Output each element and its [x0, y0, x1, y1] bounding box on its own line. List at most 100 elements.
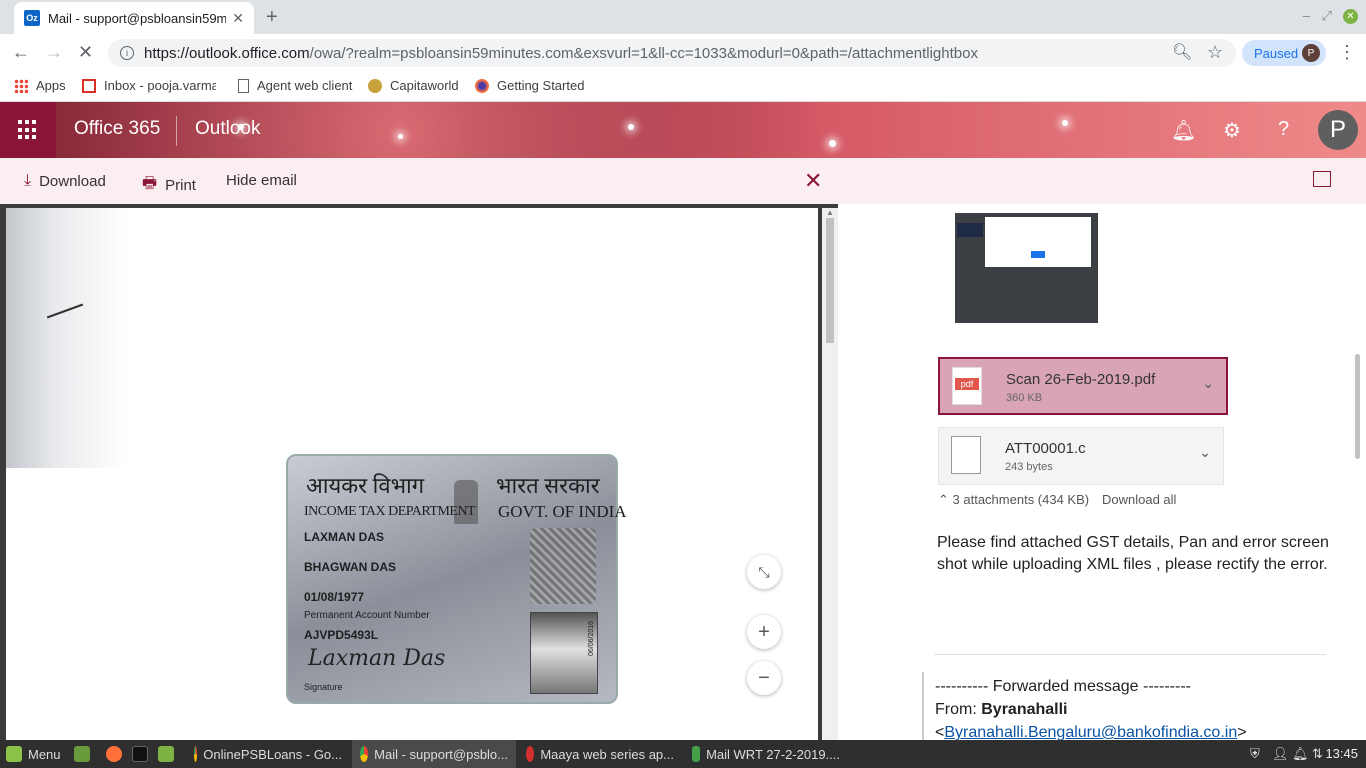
tab-close-icon[interactable]: ✕ [232, 10, 244, 27]
user-avatar[interactable]: P [1318, 110, 1358, 150]
separator [934, 654, 1326, 655]
zoom-icon[interactable]: 🔍︎ [1172, 42, 1192, 62]
fit-to-page-icon[interactable]: ⤡ [747, 555, 781, 589]
mint-logo-icon [6, 746, 22, 762]
pan-dept: INCOME TAX DEPARTMENT [304, 504, 476, 519]
minimize-icon[interactable]: – [1303, 8, 1310, 23]
hide-email-label: Hide email [226, 172, 297, 189]
zoom-out-icon[interactable]: − [747, 661, 781, 695]
settings-gear-icon[interactable]: ⚙ [1223, 118, 1241, 143]
bookmark-agent-web-client[interactable]: Agent web client [238, 78, 352, 93]
header-star [628, 124, 634, 130]
attachment-summary-text: 3 attachments (434 KB) [952, 492, 1090, 507]
download-all-link[interactable]: Download all [1102, 492, 1176, 507]
browser-menu-icon[interactable]: ⋮ [1338, 42, 1356, 63]
os-taskbar: Menu OnlinePSBLoans - Go... Mail - suppo… [0, 740, 1366, 768]
forward-icon[interactable]: → [45, 42, 63, 63]
document-viewer: आयकर विभाग भारत सरकार INCOME TAX DEPARTM… [0, 204, 838, 740]
pan-signature: Laxman Das [308, 646, 446, 671]
pan-father-name: BHAGWAN DAS [304, 560, 396, 574]
clock: 13:45 [1325, 746, 1358, 761]
chevron-down-icon[interactable]: ⌄ [1199, 444, 1211, 461]
pan-label: Permanent Account Number [304, 610, 430, 621]
screenshot-thumbnail[interactable] [955, 213, 1098, 323]
firefox-launcher-icon[interactable] [106, 740, 128, 768]
menu-label: Menu [28, 746, 61, 762]
attachment-card-file[interactable]: ATT00001.c 243 bytes ⌄ [938, 427, 1224, 485]
popout-window-icon[interactable] [1313, 171, 1331, 187]
hologram-icon [530, 528, 596, 604]
taskbar-window-active[interactable]: Mail - support@psblo... [352, 740, 516, 768]
window-close-icon[interactable]: ✕ [1343, 9, 1358, 24]
network-icon[interactable]: ⇅ [1312, 740, 1323, 768]
help-icon[interactable]: ? [1278, 118, 1289, 141]
file-icon [951, 436, 981, 474]
pan-side-date: 06/06/2016 [588, 620, 595, 656]
taskbar-window[interactable]: Mail WRT 27-2-2019.... [684, 740, 848, 768]
taskbar-window-label: Mail WRT 27-2-2019.... [706, 746, 840, 762]
bookmark-inbox[interactable]: Inbox - pooja.varma [82, 78, 216, 93]
capitaworld-icon [368, 78, 382, 93]
browser-tab-strip: Oz Mail - support@psbloansin59m ✕ + – ⤢ … [0, 0, 1366, 34]
scroll-up-icon[interactable]: ▲ [826, 208, 834, 217]
attachment-size: 360 KB [1006, 392, 1043, 404]
maximize-icon[interactable]: ⤢ [1322, 8, 1332, 24]
profile-paused-button[interactable]: Paused P [1242, 40, 1326, 66]
collapse-icon: ⌃ [938, 492, 949, 507]
attachment-name: ATT00001.c [1005, 440, 1086, 457]
app-name[interactable]: Outlook [195, 118, 260, 140]
bookmark-getting-started[interactable]: Getting Started [475, 78, 584, 93]
bookmark-label: Inbox - pooja.varma [104, 78, 216, 93]
shield-icon[interactable]: ⛨ [1250, 740, 1260, 768]
viewer-scroll-thumb[interactable] [826, 218, 834, 343]
suite-name[interactable]: Office 365 [74, 118, 160, 140]
notification-icon[interactable]: 🔔︎ [1292, 740, 1309, 768]
email-body-text: Please find attached GST details, Pan an… [937, 534, 1329, 573]
start-menu-button[interactable]: Menu [6, 740, 61, 768]
firefox-icon [106, 746, 122, 762]
hide-email-button[interactable]: Hide email [226, 172, 297, 189]
back-icon[interactable]: ← [12, 42, 30, 63]
folder-icon [158, 746, 174, 762]
bookmark-label: Agent web client [257, 78, 353, 93]
close-viewer-icon[interactable]: ✕ [804, 168, 822, 194]
attachment-summary[interactable]: ⌃ 3 attachments (434 KB) [938, 492, 1089, 508]
stop-loading-icon[interactable]: ✕ [78, 42, 93, 63]
site-info-icon[interactable]: i [120, 46, 134, 60]
browser-tab[interactable]: Oz Mail - support@psbloansin59m ✕ [14, 2, 254, 34]
notification-bell-icon[interactable]: 🔔︎ [1171, 118, 1196, 143]
new-tab-icon[interactable]: + [266, 6, 278, 29]
bookmark-label: Getting Started [497, 78, 585, 93]
attachment-card-pdf[interactable]: pdf Scan 26-Feb-2019.pdf 360 KB ⌄ [938, 357, 1228, 415]
pdf-file-icon: pdf [952, 367, 982, 405]
chevron-down-icon[interactable]: ⌄ [1202, 375, 1214, 392]
taskbar-window[interactable]: Maaya web series ap... [518, 740, 682, 768]
taskbar-window[interactable]: OnlinePSBLoans - Go... [186, 740, 350, 768]
scan-shadow [6, 208, 126, 468]
bookmark-star-icon[interactable]: ☆ [1207, 42, 1223, 63]
zoom-in-icon[interactable]: + [747, 615, 781, 649]
bookmark-apps[interactable]: Apps [14, 78, 66, 93]
waffle-icon [18, 120, 38, 140]
attachment-size: 243 bytes [1005, 461, 1053, 473]
app-launcher-button[interactable] [0, 102, 56, 158]
terminal-launcher-icon[interactable] [132, 740, 154, 768]
show-desktop-icon[interactable] [74, 740, 96, 768]
page-icon [238, 78, 249, 93]
bookmarks-bar: Apps Inbox - pooja.varma Agent web clien… [0, 72, 1366, 102]
spreadsheet-icon [692, 746, 701, 762]
address-bar[interactable]: i https://outlook.office.com/owa/?realm=… [108, 39, 1236, 67]
attachment-action-bar: ⤓ Download 🖶 Print Hide email ✕ [0, 158, 1366, 204]
pan-number: AJVPD5493L [304, 628, 379, 642]
user-icon[interactable]: 👤︎ [1272, 740, 1289, 768]
reading-pane-scroll-thumb[interactable] [1355, 354, 1360, 459]
download-button[interactable]: ⤓ Download [24, 172, 106, 190]
viewer-scrollbar[interactable]: ▲ [822, 208, 838, 740]
files-launcher-icon[interactable] [158, 740, 180, 768]
from-email-link[interactable]: Byranahalli.Bengaluru@bankofindia.co.in [944, 724, 1237, 740]
forwarded-header: ---------- Forwarded message --------- [935, 678, 1191, 695]
reading-pane-scrollbar[interactable] [1352, 204, 1366, 740]
bookmark-capitaworld[interactable]: Capitaworld [368, 78, 459, 93]
print-button[interactable]: 🖶 Print [142, 172, 196, 199]
bookmark-label: Apps [36, 78, 66, 93]
